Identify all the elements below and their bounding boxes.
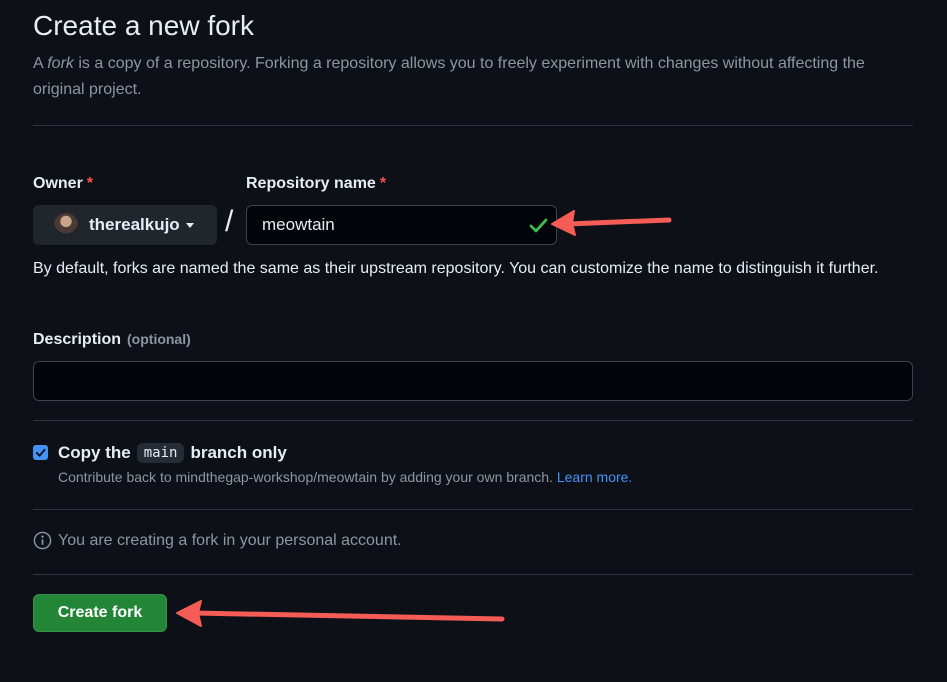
repository-name-label-text: Repository name <box>246 175 376 192</box>
check-icon <box>528 215 548 240</box>
branch-name-code: main <box>136 443 185 463</box>
copy-branch-label-prefix: Copy the <box>58 443 131 462</box>
annotation-arrow-create <box>176 600 505 627</box>
divider <box>33 509 913 510</box>
copy-branch-help-text: Contribute back to mindthegap-workshop/m… <box>58 469 553 485</box>
page-title: Create a new fork <box>33 10 254 41</box>
subtitle-prefix: A <box>33 55 48 72</box>
copy-branch-label-suffix: branch only <box>190 443 287 462</box>
subtitle-emphasis: fork <box>47 55 74 72</box>
owner-dropdown[interactable]: therealkujo <box>33 205 217 245</box>
learn-more-link[interactable]: Learn more. <box>557 469 632 485</box>
owner-repo-separator: / <box>225 205 234 238</box>
repository-name-label: Repository name * <box>246 175 386 193</box>
divider <box>33 125 913 126</box>
info-icon <box>33 531 52 550</box>
optional-badge: (optional) <box>127 331 191 347</box>
owner-label: Owner * <box>33 175 93 193</box>
required-mark: * <box>86 175 94 192</box>
copy-main-branch-checkbox[interactable] <box>33 445 48 460</box>
description-input[interactable] <box>33 361 913 401</box>
description-label: Description (optional) <box>33 331 191 349</box>
personal-account-notice: You are creating a fork in your personal… <box>33 531 402 550</box>
repository-name-value: meowtain <box>262 215 335 234</box>
repository-name-input[interactable]: meowtain <box>246 205 557 245</box>
subtitle-rest: is a copy of a repository. Forking a rep… <box>33 55 865 98</box>
divider <box>33 420 913 421</box>
avatar <box>54 213 78 237</box>
create-fork-button[interactable]: Create fork <box>33 594 167 632</box>
copy-branch-label[interactable]: Copy the main branch only <box>58 443 287 463</box>
copy-branch-help: Contribute back to mindthegap-workshop/m… <box>58 469 632 485</box>
divider <box>33 574 913 575</box>
personal-account-text: You are creating a fork in your personal… <box>58 531 402 549</box>
page-subtitle: A fork is a copy of a repository. Forkin… <box>33 51 903 103</box>
required-mark: * <box>379 175 387 192</box>
owner-name: therealkujo <box>89 215 180 234</box>
description-label-text: Description <box>33 331 122 348</box>
owner-label-text: Owner <box>33 175 83 192</box>
repository-name-help: By default, forks are named the same as … <box>33 260 879 277</box>
annotation-arrow-repository <box>551 210 672 236</box>
chevron-down-icon <box>185 222 194 228</box>
